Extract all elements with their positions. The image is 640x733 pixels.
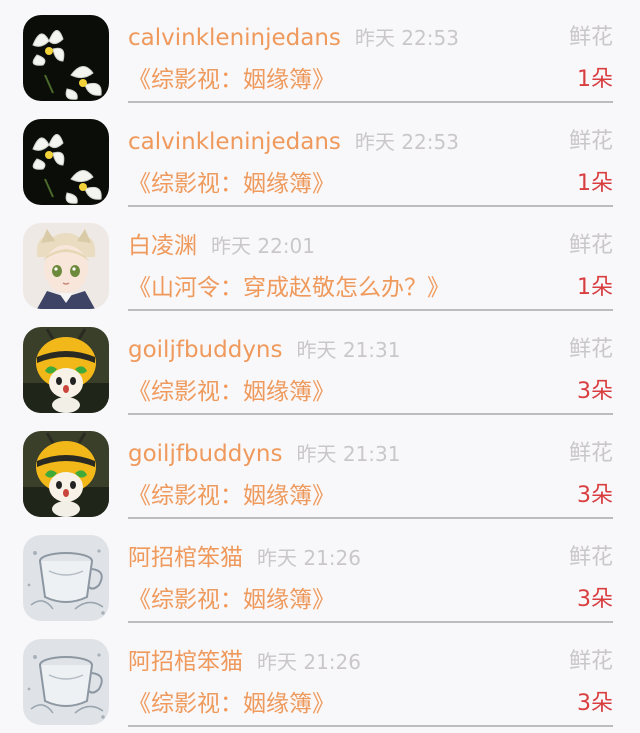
anime-cat-ears-avatar[interactable] (23, 223, 109, 309)
gift-type: 鲜花 (568, 649, 613, 674)
bee-doll-avatar-image (23, 327, 109, 413)
book-title[interactable]: 《综影视：姻缘簿》 (128, 583, 335, 617)
username[interactable]: 阿招棺笨猫 昨天 21:26 (128, 541, 361, 575)
list-item[interactable]: calvinkleninjedans 昨天 22:53 鲜花 《综影视：姻缘簿》 … (0, 104, 640, 208)
book-title[interactable]: 《综影视：姻缘簿》 (128, 375, 335, 409)
gift-record-list: calvinkleninjedans 昨天 22:53 鲜花 《综影视：姻缘簿》 … (0, 0, 640, 733)
gift-type: 鲜花 (568, 25, 613, 50)
book-title[interactable]: 《综影视：姻缘簿》 (128, 687, 335, 721)
anime-cat-ears-avatar-image (23, 223, 109, 309)
divider (128, 205, 613, 207)
username[interactable]: calvinkleninjedans 昨天 22:53 (128, 21, 459, 55)
book-title[interactable]: 《综影视：姻缘簿》 (128, 167, 335, 201)
book-title[interactable]: 《山河令：穿成赵敬怎么办？》 (128, 271, 450, 305)
gift-count: 3朵 (577, 379, 613, 404)
gift-count: 1朵 (577, 275, 613, 300)
divider (128, 725, 613, 727)
timestamp: 昨天 21:31 (296, 338, 401, 362)
divider (128, 413, 613, 415)
username[interactable]: calvinkleninjedans 昨天 22:53 (128, 125, 459, 159)
orchid-avatar[interactable] (23, 119, 109, 205)
gift-type: 鲜花 (568, 545, 613, 570)
timestamp: 昨天 22:01 (211, 234, 315, 258)
timestamp: 昨天 21:26 (257, 650, 361, 674)
divider (128, 309, 613, 311)
timestamp: 昨天 22:53 (354, 26, 459, 50)
timestamp: 昨天 22:53 (354, 130, 459, 154)
timestamp: 昨天 21:31 (296, 442, 401, 466)
orchid-avatar-image (23, 119, 109, 205)
list-item[interactable]: 阿招棺笨猫 昨天 21:26 鲜花 《综影视：姻缘簿》 3朵 (0, 520, 640, 624)
username[interactable]: goiljfbuddyns 昨天 21:31 (128, 333, 401, 367)
divider (128, 101, 613, 103)
gift-type: 鲜花 (568, 441, 613, 466)
gift-count: 1朵 (577, 67, 613, 92)
gift-count: 1朵 (577, 171, 613, 196)
gift-type: 鲜花 (568, 233, 613, 258)
glass-cup-avatar-image (23, 639, 109, 725)
divider (128, 517, 613, 519)
orchid-avatar[interactable] (23, 15, 109, 101)
bee-doll-avatar[interactable] (23, 431, 109, 517)
gift-type: 鲜花 (568, 129, 613, 154)
list-item[interactable]: 白凌渊 昨天 22:01 鲜花 《山河令：穿成赵敬怎么办？》 1朵 (0, 208, 640, 312)
book-title[interactable]: 《综影视：姻缘簿》 (128, 63, 335, 97)
timestamp: 昨天 21:26 (257, 546, 361, 570)
list-item[interactable]: goiljfbuddyns 昨天 21:31 鲜花 《综影视：姻缘簿》 3朵 (0, 312, 640, 416)
gift-type: 鲜花 (568, 337, 613, 362)
divider (128, 621, 613, 623)
orchid-avatar-image (23, 15, 109, 101)
glass-cup-avatar[interactable] (23, 639, 109, 725)
gift-count: 3朵 (577, 587, 613, 612)
glass-cup-avatar[interactable] (23, 535, 109, 621)
username[interactable]: 白凌渊 昨天 22:01 (128, 229, 315, 263)
list-item[interactable]: goiljfbuddyns 昨天 21:31 鲜花 《综影视：姻缘簿》 3朵 (0, 416, 640, 520)
list-item[interactable]: calvinkleninjedans 昨天 22:53 鲜花 《综影视：姻缘簿》 … (0, 0, 640, 104)
bee-doll-avatar-image (23, 431, 109, 517)
username[interactable]: goiljfbuddyns 昨天 21:31 (128, 437, 401, 471)
gift-count: 3朵 (577, 691, 613, 716)
gift-count: 3朵 (577, 483, 613, 508)
bee-doll-avatar[interactable] (23, 327, 109, 413)
book-title[interactable]: 《综影视：姻缘簿》 (128, 479, 335, 513)
glass-cup-avatar-image (23, 535, 109, 621)
username[interactable]: 阿招棺笨猫 昨天 21:26 (128, 645, 361, 679)
list-item[interactable]: 阿招棺笨猫 昨天 21:26 鲜花 《综影视：姻缘簿》 3朵 (0, 624, 640, 728)
